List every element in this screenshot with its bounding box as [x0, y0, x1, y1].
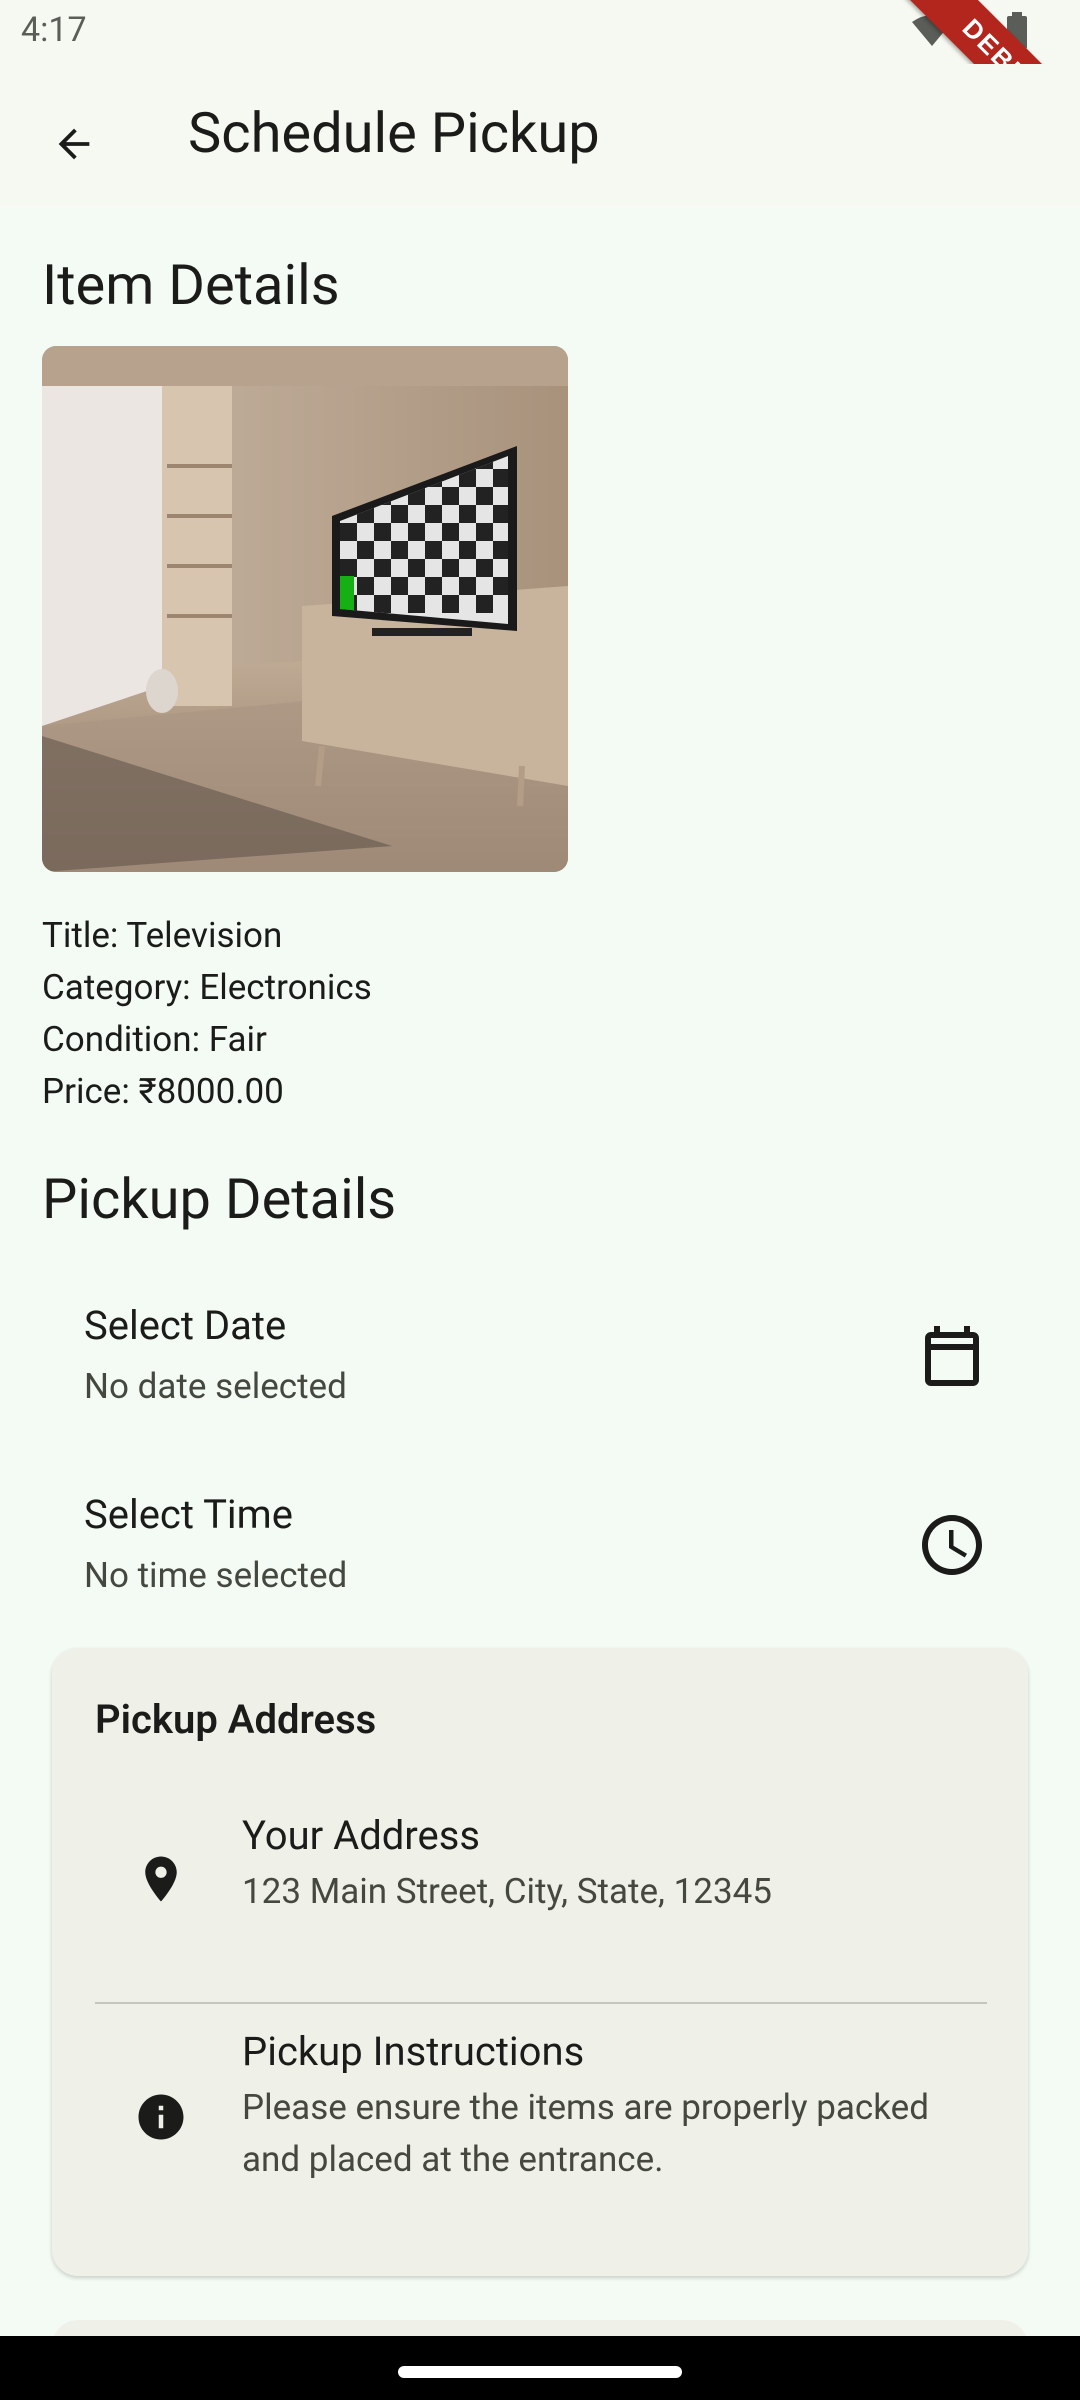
- select-date-tile[interactable]: Select Date No date selected: [42, 1276, 1038, 1436]
- item-condition: Condition: Fair: [42, 1019, 267, 1060]
- status-bar: 4:17 DEBUG: [0, 0, 1080, 184]
- pickup-address-card: Pickup Address Your Address 123 Main Str…: [52, 1648, 1028, 2276]
- item-price: Price: ₹8000.00: [42, 1071, 284, 1112]
- item-title: Title: Television: [42, 915, 283, 956]
- instructions-label: Pickup Instructions: [242, 2028, 585, 2075]
- pickup-details-heading: Pickup Details: [42, 1166, 397, 1232]
- calendar-icon: [925, 1326, 979, 1386]
- arrow-back-icon: [58, 128, 90, 160]
- page-title: Schedule Pickup: [188, 100, 600, 166]
- select-time-tile[interactable]: Select Time No time selected: [42, 1465, 1038, 1625]
- home-indicator[interactable]: [398, 2366, 682, 2378]
- select-time-value: No time selected: [84, 1555, 348, 1596]
- select-date-value: No date selected: [84, 1366, 347, 1407]
- info-icon: [138, 2094, 184, 2140]
- item-info: Title: Television Category: Electronics …: [42, 910, 742, 1118]
- address-value: 123 Main Street, City, State, 12345: [242, 1871, 772, 1912]
- back-button[interactable]: [30, 100, 118, 188]
- instructions-value: Please ensure the items are properly pac…: [242, 2087, 929, 2180]
- address-row[interactable]: Your Address 123 Main Street, City, Stat…: [52, 1812, 1028, 1952]
- status-time: 4:17: [21, 10, 87, 50]
- instructions-row[interactable]: Pickup Instructions Please ensure the it…: [52, 2028, 1028, 2228]
- clock-icon: [922, 1515, 982, 1575]
- address-label: Your Address: [242, 1812, 480, 1859]
- location-pin-icon: [145, 1856, 177, 1902]
- select-date-label: Select Date: [84, 1302, 287, 1349]
- pickup-address-heading: Pickup Address: [95, 1696, 377, 1743]
- select-time-label: Select Time: [84, 1491, 293, 1538]
- item-category: Category: Electronics: [42, 967, 372, 1008]
- item-details-heading: Item Details: [42, 252, 340, 318]
- divider: [95, 2002, 987, 2004]
- app-bar: Schedule Pickup: [0, 64, 1080, 206]
- item-image: [42, 346, 568, 872]
- television-photo: [42, 346, 568, 872]
